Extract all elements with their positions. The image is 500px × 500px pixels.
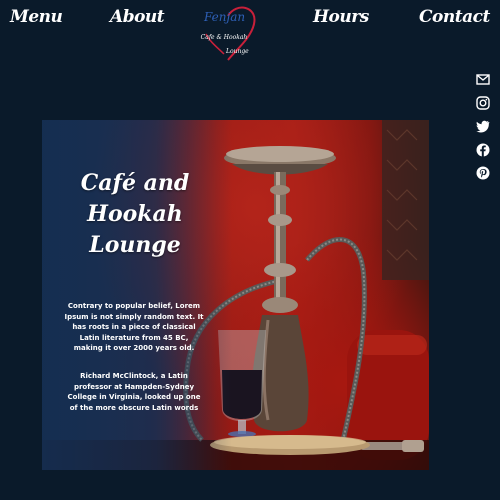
mail-icon[interactable] xyxy=(476,72,490,86)
social-links xyxy=(476,72,492,190)
hero-title-line: Lounge xyxy=(89,232,181,258)
instagram-icon[interactable] xyxy=(476,95,490,110)
facebook-icon[interactable] xyxy=(476,143,490,157)
logo-name: Fenjan xyxy=(204,10,246,24)
nav-link-contact[interactable]: Contact xyxy=(419,7,490,27)
logo-tagline-2: Lounge xyxy=(226,48,249,55)
twitter-icon[interactable] xyxy=(476,119,490,133)
hero-title: Café and Hookah Lounge xyxy=(60,168,210,261)
hero-title-line: Hookah xyxy=(87,201,183,227)
nav-link-hours[interactable]: Hours xyxy=(313,7,369,27)
hero-paragraph: Richard McClintock, a Latin professor at… xyxy=(67,372,201,412)
top-navigation: Menu About Fenjan Cafe & Hookah Lounge H… xyxy=(0,0,500,70)
brand-logo[interactable]: Fenjan Cafe & Hookah Lounge xyxy=(198,4,262,64)
nav-link-about[interactable]: About xyxy=(110,7,165,27)
logo-tagline: Cafe & Hookah xyxy=(200,34,248,41)
hero-title-line: Café and xyxy=(80,170,190,196)
nav-link-menu[interactable]: Menu xyxy=(10,7,63,27)
pinterest-icon[interactable] xyxy=(476,166,490,180)
hero-banner: Café and Hookah Lounge Contrary to popul… xyxy=(42,120,429,470)
hero-paragraph: Contrary to popular belief, Lorem Ipsum … xyxy=(64,302,204,352)
